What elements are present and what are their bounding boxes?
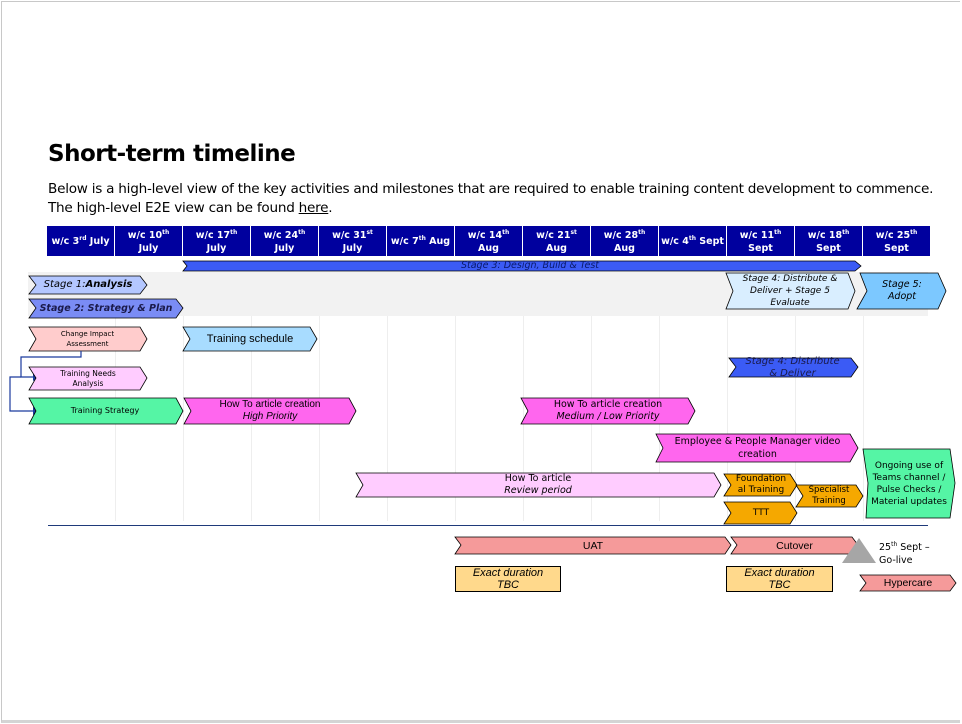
- uat-tbc-line1: Exact duration: [472, 567, 544, 579]
- golive-day: 25: [879, 542, 892, 554]
- ttt-chevron[interactable]: [723, 501, 798, 525]
- stage2-chevron[interactable]: [28, 298, 184, 319]
- hypercare-chevron[interactable]: [859, 574, 957, 592]
- training-strategy-chevron[interactable]: [28, 397, 184, 425]
- uat-chevron[interactable]: [454, 536, 732, 555]
- stage1-chevron[interactable]: [28, 275, 148, 295]
- review-period-chevron[interactable]: [355, 472, 722, 498]
- training-schedule-chevron[interactable]: [182, 326, 318, 352]
- foundational-training-chevron[interactable]: [723, 473, 798, 497]
- uat-tbc-line2: TBC: [496, 579, 519, 591]
- ongoing-use-shape[interactable]: [862, 448, 956, 519]
- howto-high-chevron[interactable]: [183, 397, 357, 425]
- specialist-training-chevron[interactable]: [795, 484, 864, 508]
- stage5-chevron[interactable]: [856, 272, 947, 310]
- stage4-5-chevron[interactable]: [725, 272, 856, 310]
- golive-label: 25th Sept – Go-live: [879, 538, 930, 567]
- cutover-duration-tbc-box: Exact duration TBC: [726, 566, 833, 592]
- stage3-chevron[interactable]: [182, 260, 862, 272]
- timeline-shapes: [9, 260, 957, 592]
- golive-month: Sept –: [897, 542, 930, 554]
- connector-line: [9, 376, 33, 412]
- uat-duration-tbc-box: Exact duration TBC: [455, 566, 561, 592]
- golive-text: Go-live: [879, 555, 913, 567]
- howto-medium-chevron[interactable]: [520, 397, 696, 425]
- stage4-chevron[interactable]: [728, 357, 859, 378]
- cutover-chevron[interactable]: [730, 536, 859, 555]
- change-impact-chevron[interactable]: [28, 326, 148, 352]
- video-creation-chevron[interactable]: [655, 433, 859, 463]
- cutover-tbc-line2: TBC: [768, 579, 791, 591]
- training-needs-chevron[interactable]: [28, 366, 148, 391]
- cutover-tbc-line1: Exact duration: [744, 567, 815, 579]
